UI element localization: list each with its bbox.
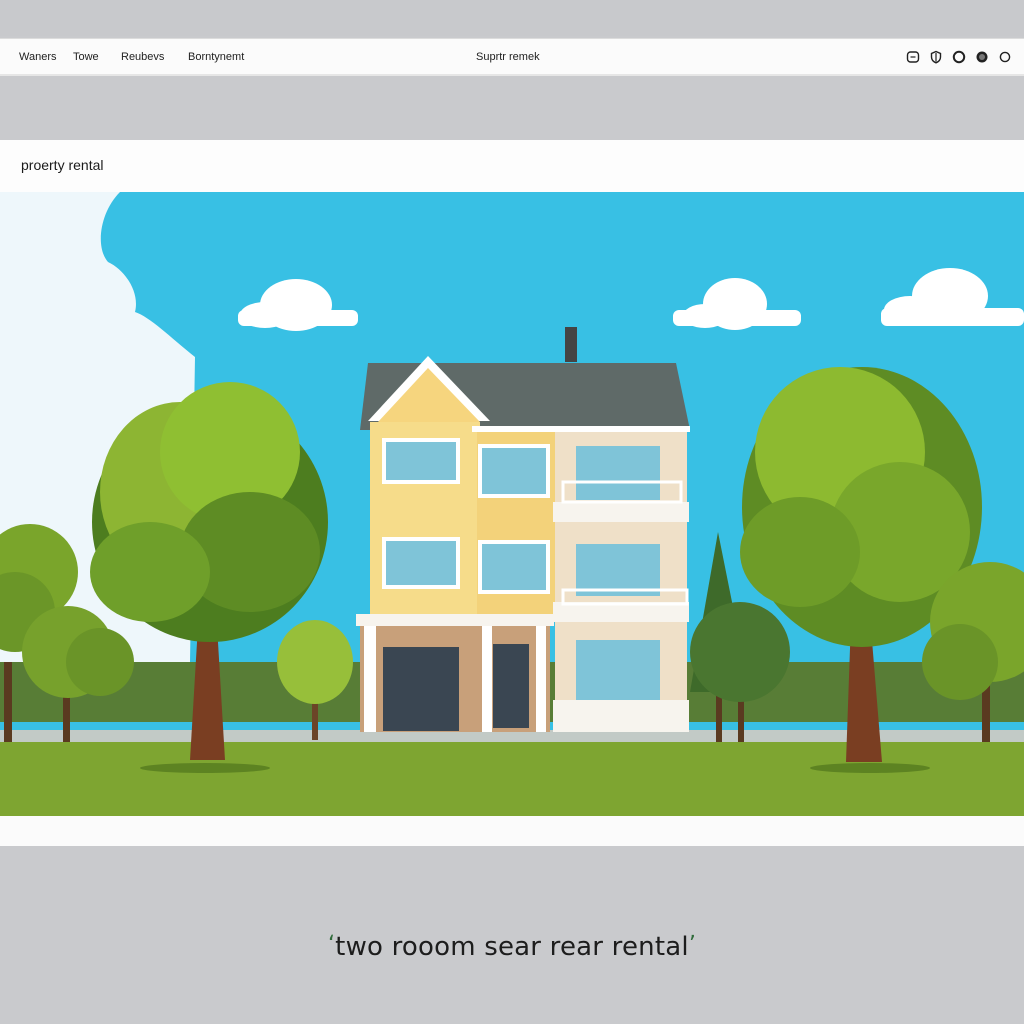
panel-footer <box>0 816 1024 846</box>
shadow-right <box>810 763 930 773</box>
caption-text: two rooom sear rear rental <box>335 932 689 962</box>
gray-band <box>0 78 1024 140</box>
nav-center-title: Suprtr remek <box>476 51 540 63</box>
nav-icon-group <box>906 50 1012 64</box>
listing-caption: ʻtwo rooom sear rear rentalʼ <box>0 932 1024 962</box>
panel-header: proerty rental <box>0 140 1024 192</box>
ring-icon[interactable] <box>998 50 1012 64</box>
nav-item-towe[interactable]: Towe <box>73 51 99 63</box>
shield-icon[interactable] <box>929 50 943 64</box>
panel-title: proerty rental <box>21 157 104 173</box>
record-icon[interactable] <box>975 50 989 64</box>
top-navbar: Waners Towe Reubevs Borntynemt Suprtr re… <box>0 38 1024 76</box>
house-scene-image <box>0 192 1024 816</box>
chat-icon[interactable] <box>906 50 920 64</box>
nav-item-waners[interactable]: Waners <box>19 51 57 63</box>
hero-illustration <box>0 192 1024 816</box>
caption-close-mark: ʼ <box>688 932 697 957</box>
shadow-left <box>140 763 270 773</box>
top-strip <box>0 0 1024 36</box>
house <box>356 327 690 732</box>
nav-item-borntynemt[interactable]: Borntynemt <box>188 51 244 63</box>
circle-icon[interactable] <box>952 50 966 64</box>
nav-item-reubevs[interactable]: Reubevs <box>121 51 164 63</box>
